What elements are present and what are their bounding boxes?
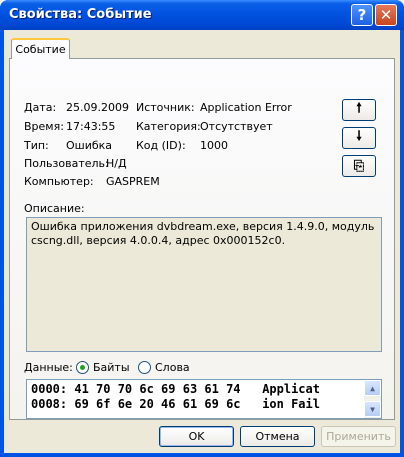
arrow-down-icon: 🠗 bbox=[356, 129, 362, 144]
next-event-button[interactable]: 🠗 bbox=[342, 127, 376, 149]
words-radio-label[interactable]: Слова bbox=[155, 361, 190, 374]
bytes-radio[interactable] bbox=[76, 361, 89, 374]
code-label: Код (ID): bbox=[136, 139, 186, 152]
source-label: Источник: bbox=[136, 101, 195, 114]
cancel-button[interactable]: Отмена bbox=[240, 426, 315, 447]
bytes-radio-label[interactable]: Байты bbox=[93, 361, 130, 374]
time-label: Время: bbox=[24, 120, 64, 133]
scroll-up-icon[interactable]: ▲ bbox=[364, 380, 381, 396]
help-icon: ? bbox=[357, 6, 367, 24]
type-label: Тип: bbox=[24, 139, 49, 152]
data-line: 0008: 69 6f 6e 20 46 61 69 6c ion Fail bbox=[31, 397, 320, 411]
help-button[interactable]: ? bbox=[351, 4, 373, 26]
copy-icon: ⎘ bbox=[353, 158, 365, 174]
copy-button[interactable]: ⎘ bbox=[342, 155, 376, 177]
user-label: Пользователь: bbox=[24, 157, 109, 170]
close-button[interactable]: ✕ bbox=[375, 4, 397, 26]
code-value: 1000 bbox=[200, 139, 228, 152]
close-icon: ✕ bbox=[379, 6, 393, 24]
computer-value: GASPREM bbox=[106, 175, 160, 188]
description-textbox[interactable]: Ошибка приложения dvbdream.exe, версия 1… bbox=[26, 217, 382, 352]
window-title: Свойства: Событие bbox=[9, 7, 152, 22]
description-label: Описание: bbox=[24, 202, 85, 215]
date-value: 25.09.2009 bbox=[66, 101, 129, 114]
tab-event[interactable]: Событие bbox=[11, 38, 70, 59]
user-value: Н/Д bbox=[106, 157, 127, 170]
category-value: Отсутствует bbox=[200, 120, 273, 133]
apply-button[interactable]: Применить bbox=[321, 426, 396, 447]
previous-event-button[interactable]: 🠕 bbox=[342, 99, 376, 121]
source-value: Application Error bbox=[200, 101, 292, 114]
category-label: Категория: bbox=[136, 120, 201, 133]
arrow-up-icon: 🠕 bbox=[356, 101, 362, 116]
words-radio[interactable] bbox=[138, 361, 151, 374]
data-scrollbar[interactable]: ▲ ▼ bbox=[364, 380, 381, 418]
dialog-client-area: Событие Дата: 25.09.2009 Источник: Appli… bbox=[4, 30, 400, 453]
computer-label: Компьютер: bbox=[24, 175, 94, 188]
ok-button[interactable]: OK bbox=[159, 426, 234, 447]
event-tab-panel: Дата: 25.09.2009 Источник: Application E… bbox=[9, 58, 395, 420]
data-line: 0000: 41 70 70 6c 69 63 61 74 Applicat bbox=[31, 382, 320, 396]
data-label: Данные: bbox=[24, 361, 73, 374]
date-label: Дата: bbox=[24, 101, 57, 114]
type-value: Ошибка bbox=[66, 139, 113, 152]
time-value: 17:43:55 bbox=[66, 120, 116, 133]
title-bar[interactable]: Свойства: Событие ? ✕ bbox=[0, 0, 404, 30]
properties-window: Свойства: Событие ? ✕ Событие Дата: 25.0… bbox=[0, 0, 404, 457]
data-textbox[interactable]: 0000: 41 70 70 6c 69 63 61 74 Applicat 0… bbox=[26, 379, 382, 419]
scroll-down-icon[interactable]: ▼ bbox=[364, 401, 381, 417]
